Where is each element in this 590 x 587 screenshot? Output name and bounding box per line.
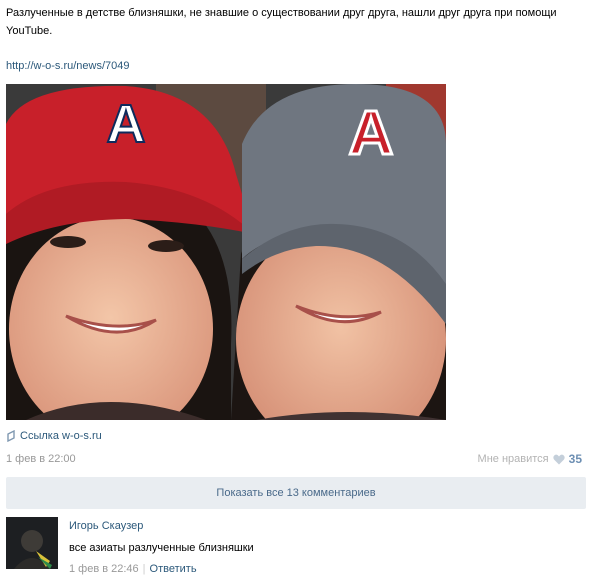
heart-icon [552, 454, 565, 464]
wall-post: Разлученные в детстве близняшки, не знав… [0, 0, 590, 587]
like-count: 35 [568, 452, 582, 466]
link-icon [7, 430, 15, 442]
comment: Игорь Скаузер все азиаты разлученные бли… [6, 517, 586, 579]
comment-date[interactable]: 1 фев в 22:46 [69, 563, 139, 575]
link-attachment-label: Ссылка w-o-s.ru [20, 430, 102, 442]
post-text: Разлученные в детстве близняшки, не знав… [6, 7, 557, 37]
reply-link[interactable]: Ответить [150, 563, 197, 575]
post-meta: 1 фев в 22:00 Мне нравится 35 [6, 451, 582, 467]
link-attachment[interactable]: Ссылка w-o-s.ru [6, 428, 102, 444]
like-button[interactable]: Мне нравится 35 [478, 452, 582, 466]
comment-text: все азиаты разлученные близняшки [69, 542, 254, 554]
post-photo[interactable]: A A [6, 84, 446, 420]
cap-logo-left: A [107, 94, 146, 154]
cap-logo-right: A [349, 99, 394, 168]
comment-author[interactable]: Игорь Скаузер [69, 520, 143, 532]
avatar[interactable] [6, 517, 58, 569]
comment-separator: | [142, 563, 146, 575]
like-label: Мне нравится [477, 453, 549, 465]
twins-photo-illustration: A A [6, 84, 446, 420]
show-all-comments-button[interactable]: Показать все 13 комментариев [6, 477, 586, 509]
post-link[interactable]: http://w-o-s.ru/news/7049 [6, 58, 130, 74]
avatar-image [6, 517, 58, 569]
post-date[interactable]: 1 фев в 22:00 [6, 453, 76, 465]
comment-footer: 1 фев в 22:46 | Ответить [69, 563, 197, 575]
